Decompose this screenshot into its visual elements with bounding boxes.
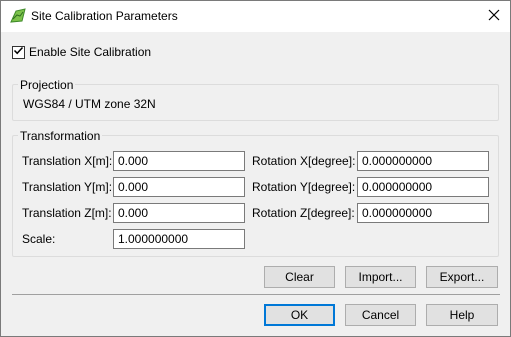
translation-y-field[interactable] [113, 177, 245, 197]
app-icon [10, 8, 26, 24]
title-bar: Site Calibration Parameters [1, 1, 510, 32]
enable-site-calibration-row[interactable]: Enable Site Calibration [12, 44, 151, 60]
rotation-x-field[interactable] [357, 151, 489, 171]
cancel-button[interactable]: Cancel [345, 304, 416, 326]
close-button[interactable] [478, 1, 510, 32]
scale-label: Scale: [22, 232, 56, 246]
export-button[interactable]: Export... [426, 266, 498, 288]
separator [12, 294, 500, 295]
import-button[interactable]: Import... [345, 266, 416, 288]
rotation-y-label: Rotation Y[degree]: [252, 180, 356, 194]
checkmark-icon [13, 45, 24, 59]
scale-field[interactable] [113, 229, 245, 249]
clear-button[interactable]: Clear [264, 266, 335, 288]
transformation-group-title: Transformation [18, 129, 103, 143]
rotation-z-label: Rotation Z[degree]: [252, 206, 355, 220]
translation-y-label: Translation Y[m]: [22, 180, 113, 194]
enable-site-calibration-label: Enable Site Calibration [29, 45, 152, 59]
translation-z-label: Translation Z[m]: [22, 206, 112, 220]
enable-site-calibration-checkbox[interactable] [12, 45, 25, 59]
close-icon [488, 9, 500, 24]
dialog-window: Site Calibration Parameters Enable Site … [0, 0, 511, 337]
ok-button[interactable]: OK [264, 304, 335, 326]
translation-x-field[interactable] [113, 151, 245, 171]
translation-x-label: Translation X[m]: [22, 154, 113, 168]
projection-group-title: Projection [18, 78, 76, 92]
projection-value: WGS84 / UTM zone 32N [23, 97, 156, 111]
rotation-z-field[interactable] [357, 203, 489, 223]
rotation-y-field[interactable] [357, 177, 489, 197]
rotation-x-label: Rotation X[degree]: [252, 154, 356, 168]
help-button[interactable]: Help [426, 304, 498, 326]
window-title: Site Calibration Parameters [31, 9, 178, 23]
translation-z-field[interactable] [113, 203, 245, 223]
projection-group: Projection WGS84 / UTM zone 32N [12, 78, 499, 121]
